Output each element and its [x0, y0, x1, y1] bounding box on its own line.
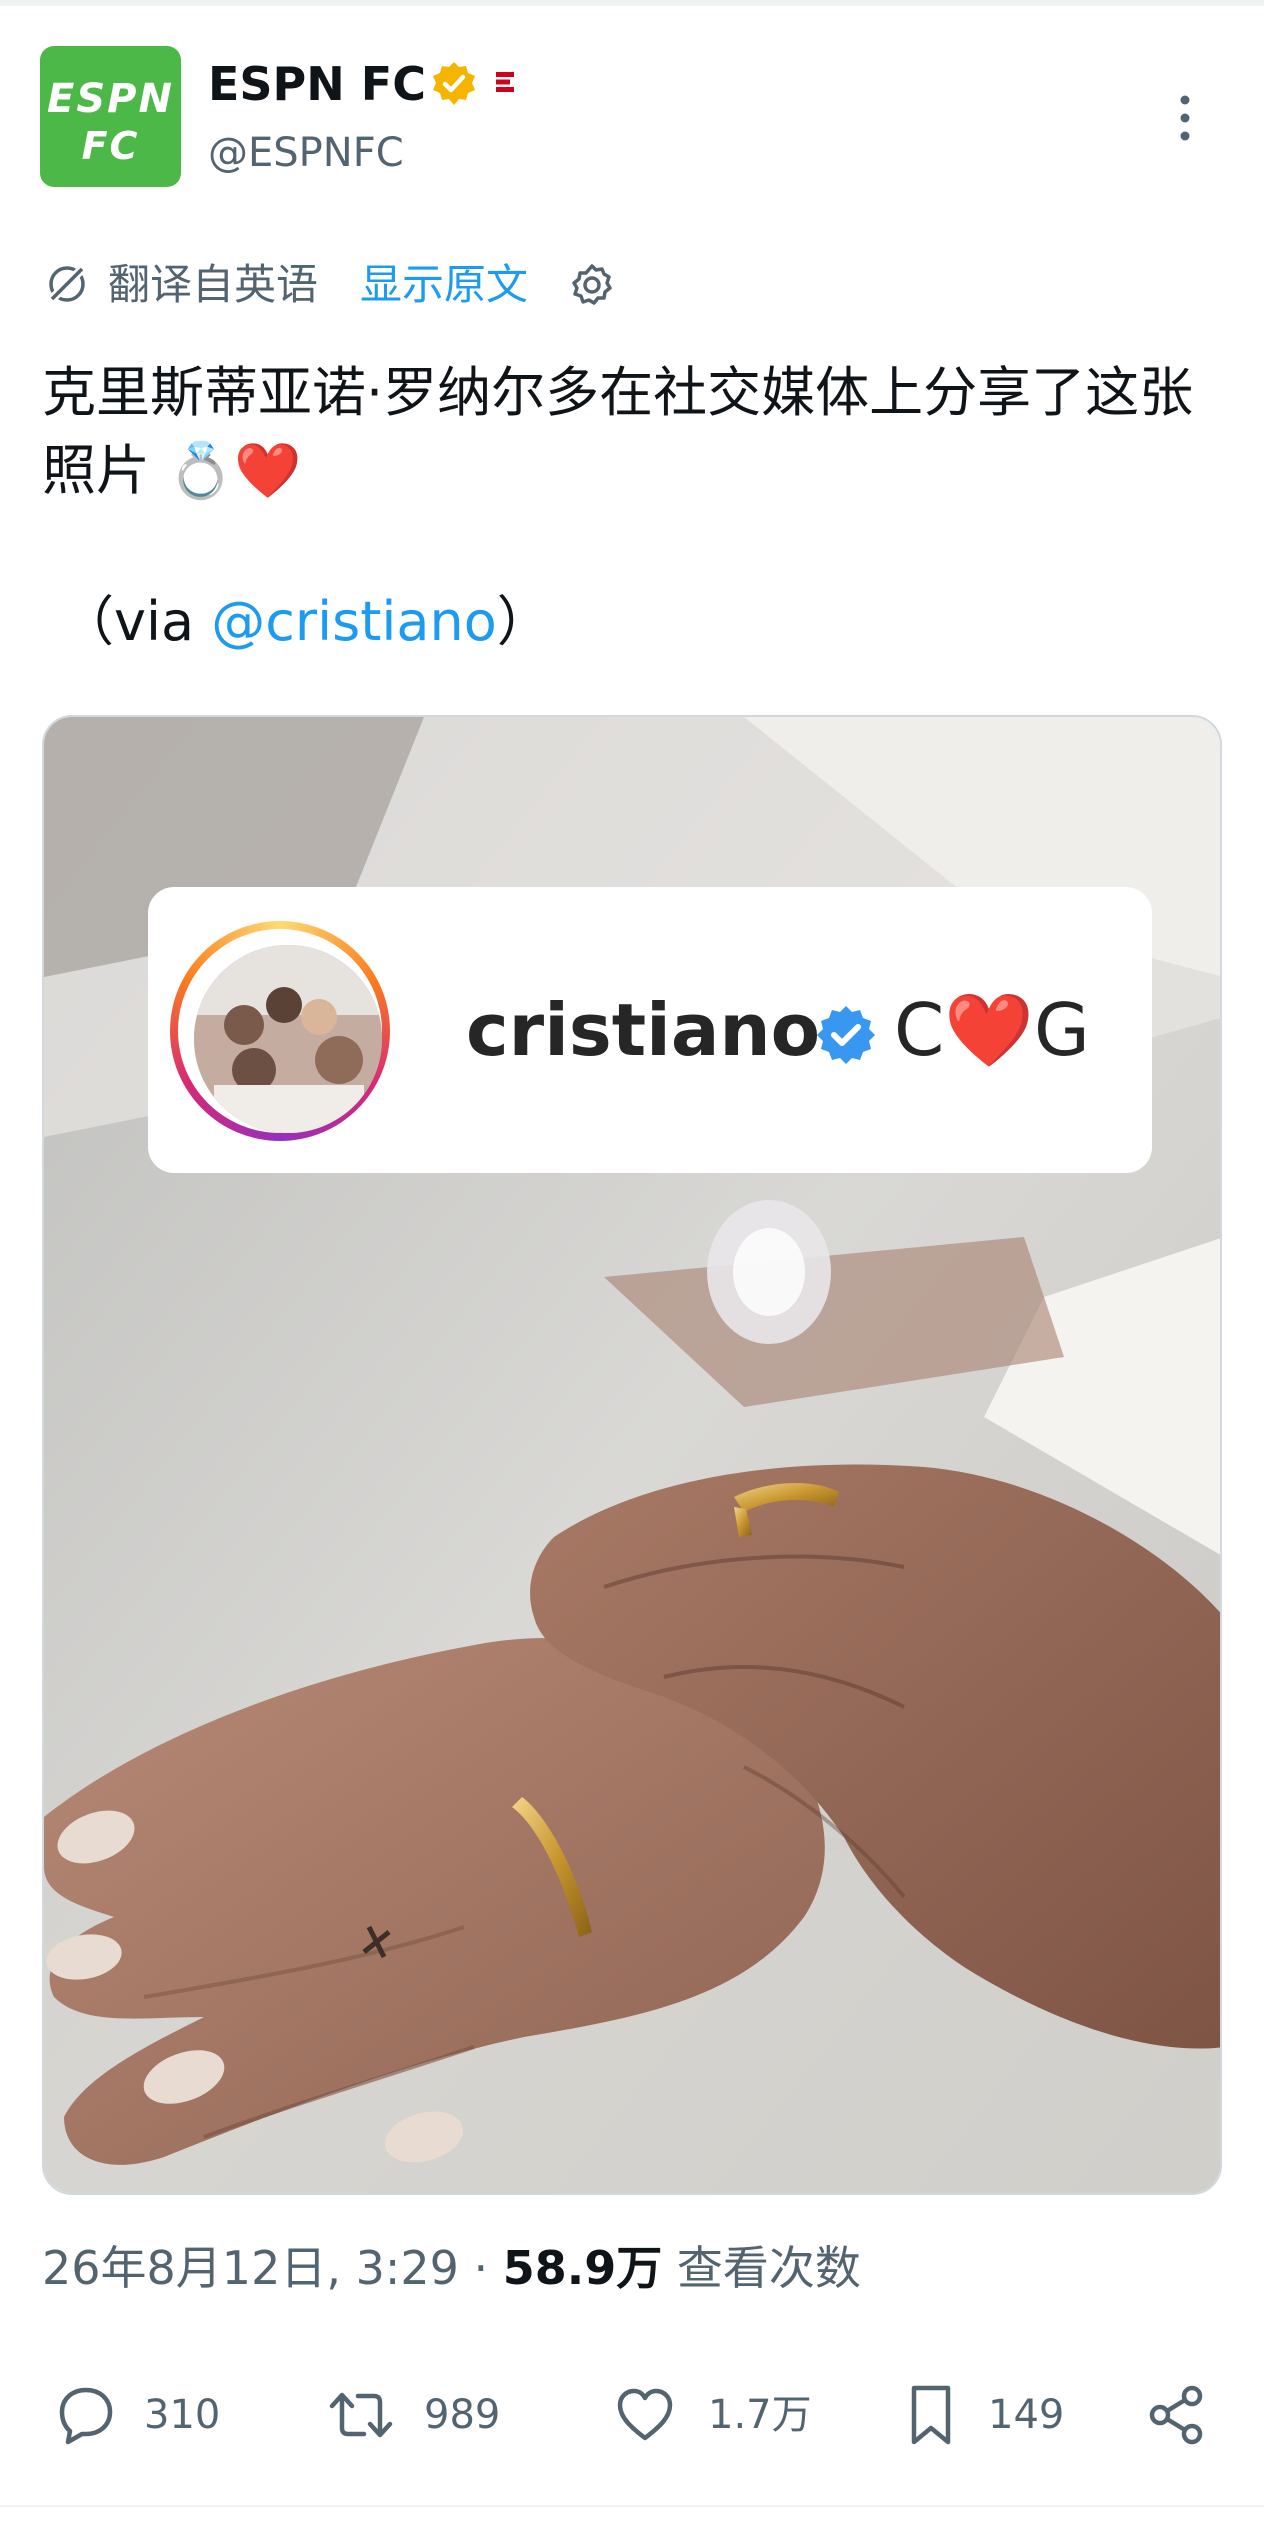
- retweet-icon: [329, 2392, 393, 2438]
- instagram-username: cristiano: [466, 988, 821, 1072]
- translate-icon: [46, 263, 88, 305]
- tweet-text: 克里斯蒂亚诺·罗纳尔多在社交媒体上分享了这张照片 💍❤️: [42, 361, 1194, 502]
- meta-separator: ·: [458, 2241, 503, 2295]
- avatar[interactable]: ESPN FC: [40, 46, 181, 187]
- instagram-story-ring: [170, 921, 390, 1141]
- bookmark-icon: [911, 2385, 951, 2445]
- like-count: 1.7万: [708, 2392, 812, 2438]
- tweet-actions-bar: 310 989 1.7万 149: [0, 2360, 1264, 2470]
- translated-from-label: 翻译自英语: [108, 260, 319, 309]
- heart-icon: [617, 2388, 673, 2441]
- instagram-avatar: [194, 945, 382, 1133]
- tweet-media-image[interactable]: cristiano C❤️G: [42, 715, 1222, 2195]
- bottom-divider: [0, 2505, 1264, 2507]
- bookmark-count: 149: [988, 2392, 1065, 2438]
- heart-emoji: ❤️: [944, 988, 1034, 1072]
- blue-verified-icon: [817, 1006, 875, 1064]
- top-divider: [0, 0, 1264, 6]
- cristiano-mention-link[interactable]: @cristiano: [211, 590, 497, 653]
- timestamp[interactable]: 26年8月12日, 3:29: [42, 2241, 459, 2295]
- instagram-caption: C❤️G: [894, 987, 1090, 1073]
- via-line: （via @cristiano）: [60, 586, 551, 658]
- avatar-logo-line2: FC: [81, 124, 140, 168]
- caption-g: G: [1033, 988, 1090, 1072]
- via-suffix: ）: [496, 590, 551, 653]
- avatar-logo-line1: ESPN: [47, 76, 174, 122]
- account-handle[interactable]: @ESPNFC: [208, 128, 404, 178]
- espn-affiliate-icon[interactable]: [494, 70, 516, 94]
- via-prefix: （via: [60, 590, 212, 653]
- show-original-link[interactable]: 显示原文: [360, 259, 528, 311]
- views-count[interactable]: 58.9万: [503, 2241, 663, 2295]
- share-icon: [1149, 2385, 1203, 2445]
- tweet-meta: 26年8月12日, 3:29 · 58.9万 查看次数: [42, 2238, 861, 2298]
- views-label[interactable]: 查看次数: [662, 2241, 861, 2295]
- reply-icon: [59, 2387, 113, 2445]
- retweet-count: 989: [424, 2392, 501, 2438]
- display-name[interactable]: ESPN FC: [208, 56, 426, 112]
- more-options-icon[interactable]: [1170, 90, 1200, 146]
- instagram-profile-card: cristiano C❤️G: [148, 887, 1152, 1173]
- family-photo: [194, 945, 382, 1133]
- caption-c: C: [894, 988, 945, 1072]
- reply-count: 310: [144, 2392, 221, 2438]
- gear-icon[interactable]: [568, 261, 616, 309]
- gold-verified-icon[interactable]: [430, 60, 478, 108]
